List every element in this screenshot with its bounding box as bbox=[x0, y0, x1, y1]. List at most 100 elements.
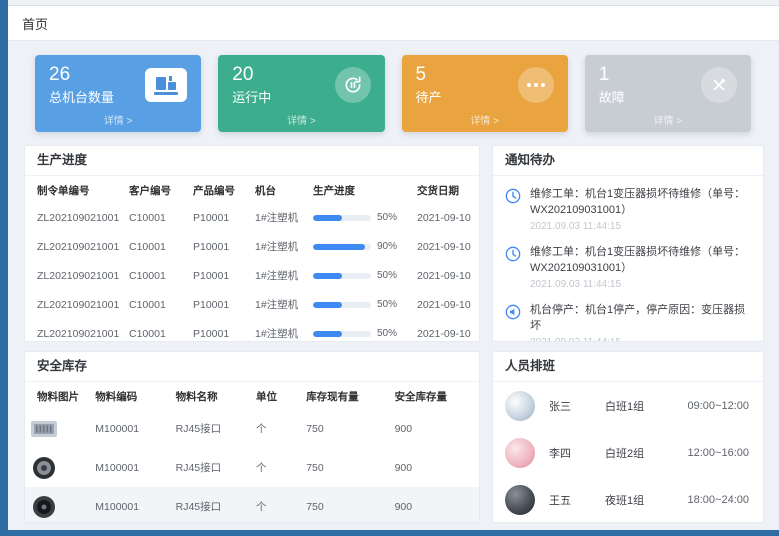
notices-panel: 通知待办 维修工单：机台1变压器损坏待维修（单号：WX202109031001）… bbox=[492, 145, 764, 342]
running-icon bbox=[335, 67, 371, 103]
stat-card-body: 26 总机台数量 bbox=[49, 64, 187, 106]
col-header: 制令单编号 bbox=[25, 176, 125, 203]
notice-text: 机台停产：机台1停产，停产原因：变压器损坏 bbox=[530, 303, 751, 335]
production-row: ZL202109021001 C10001 P10001 1#注塑机 50% 2… bbox=[25, 261, 479, 290]
dashboard-content: 26 总机台数量 详情 > bbox=[8, 42, 779, 530]
production-row: ZL202109021001 C10001 P10001 1#注塑机 50% 2… bbox=[25, 319, 479, 342]
panel-title: 生产进度 bbox=[25, 146, 479, 176]
announcement-icon bbox=[505, 303, 522, 342]
material-unit: 个 bbox=[252, 487, 302, 523]
production-progress-panel: 生产进度 制令单编号 客户编号 产品编号 机台 生产进度 交货日期 bbox=[24, 145, 480, 342]
notice-time: 2021.09.03 11:44:15 bbox=[530, 221, 751, 232]
staff-time: 18:00~24:00 bbox=[688, 494, 749, 506]
machine-icon bbox=[145, 68, 187, 102]
progress-cell: 50% bbox=[309, 261, 413, 290]
customer-no: C10001 bbox=[125, 203, 189, 232]
notice-text: 维修工单：机台1变压器损坏待维修（单号：WX202109031001） bbox=[530, 187, 751, 219]
delivery-date: 2021-09-10 bbox=[413, 232, 479, 261]
production-table: 制令单编号 客户编号 产品编号 机台 生产进度 交货日期 ZL202109021… bbox=[25, 176, 479, 342]
left-accent-bar bbox=[0, 0, 8, 536]
detail-link[interactable]: 详情 > bbox=[599, 112, 737, 129]
schedule-row: 张三 白班1组 09:00~12:00 bbox=[493, 382, 763, 429]
progress-cell: 50% bbox=[309, 290, 413, 319]
col-header: 客户编号 bbox=[125, 176, 189, 203]
customer-no: C10001 bbox=[125, 319, 189, 342]
clock-icon bbox=[505, 245, 522, 290]
order-no: ZL202109021001 bbox=[25, 319, 125, 342]
inventory-table-header: 物料图片 物料编码 物料名称 单位 库存现有量 安全库存量 bbox=[25, 382, 479, 409]
col-header: 生产进度 bbox=[309, 176, 413, 203]
customer-no: C10001 bbox=[125, 261, 189, 290]
stat-card-running[interactable]: 20 运行中 详情 > bbox=[218, 55, 384, 132]
machine-name: 1#注塑机 bbox=[251, 203, 309, 232]
progress-label: 50% bbox=[377, 212, 397, 223]
material-name: RJ45接口 bbox=[172, 409, 252, 448]
notice-item[interactable]: 维修工单：机台1变压器损坏待维修（单号：WX202109031001） 2021… bbox=[505, 180, 751, 238]
product-no: P10001 bbox=[189, 261, 251, 290]
stat-card-body: 20 运行中 bbox=[232, 64, 370, 106]
notice-item[interactable]: 维修工单：机台1变压器损坏待维修（单号：WX202109031001） 2021… bbox=[505, 238, 751, 296]
progress-cell: 50% bbox=[309, 319, 413, 342]
notice-item[interactable]: 机台停产：机台1停产，停产原因：变压器损坏 2021.09.03 11:44:1… bbox=[505, 296, 751, 342]
staff-shift: 夜班1组 bbox=[605, 492, 679, 508]
stock-qty: 750 bbox=[302, 487, 390, 523]
safety-qty: 900 bbox=[391, 487, 479, 523]
avatar bbox=[505, 438, 535, 468]
stat-card-body: 5 待产 bbox=[416, 64, 554, 106]
production-table-header: 制令单编号 客户编号 产品编号 机台 生产进度 交货日期 bbox=[25, 176, 479, 203]
stat-card-pending[interactable]: 5 待产 详情 > bbox=[402, 55, 568, 132]
machine-name: 1#注塑机 bbox=[251, 232, 309, 261]
breadcrumb-home[interactable]: 首页 bbox=[22, 14, 48, 33]
speaker-photo bbox=[29, 494, 59, 520]
inventory-row: M100001 RJ45接口 个 750 900 bbox=[25, 487, 479, 523]
col-header: 交货日期 bbox=[413, 176, 479, 203]
col-header: 物料编码 bbox=[91, 382, 171, 409]
order-no: ZL202109021001 bbox=[25, 290, 125, 319]
customer-no: C10001 bbox=[125, 232, 189, 261]
inventory-table: 物料图片 物料编码 物料名称 单位 库存现有量 安全库存量 bbox=[25, 382, 479, 523]
progress-label: 50% bbox=[377, 270, 397, 281]
safety-qty: 900 bbox=[391, 448, 479, 487]
stat-cards-row: 26 总机台数量 详情 > bbox=[24, 55, 764, 132]
staff-name: 李四 bbox=[549, 445, 605, 461]
delivery-date: 2021-09-10 bbox=[413, 261, 479, 290]
product-no: P10001 bbox=[189, 290, 251, 319]
col-header: 机台 bbox=[251, 176, 309, 203]
col-header: 单位 bbox=[252, 382, 302, 409]
progress-bar bbox=[313, 273, 371, 279]
progress-label: 90% bbox=[377, 241, 397, 252]
delivery-date: 2021-09-10 bbox=[413, 319, 479, 342]
inventory-row: M100001 RJ45接口 个 750 900 bbox=[25, 409, 479, 448]
avatar bbox=[505, 485, 535, 515]
stat-card-total-machines[interactable]: 26 总机台数量 详情 > bbox=[35, 55, 201, 132]
notice-text: 维修工单：机台1变压器损坏待维修（单号：WX202109031001） bbox=[530, 245, 751, 277]
detail-link[interactable]: 详情 > bbox=[49, 112, 187, 129]
product-no: P10001 bbox=[189, 232, 251, 261]
order-no: ZL202109021001 bbox=[25, 261, 125, 290]
progress-bar bbox=[313, 215, 371, 221]
avatar bbox=[505, 391, 535, 421]
order-no: ZL202109021001 bbox=[25, 232, 125, 261]
stat-label: 故障 bbox=[599, 87, 625, 106]
delivery-date: 2021-09-10 bbox=[413, 203, 479, 232]
panel-title: 通知待办 bbox=[493, 146, 763, 176]
detail-link[interactable]: 详情 > bbox=[232, 112, 370, 129]
detail-link[interactable]: 详情 > bbox=[416, 112, 554, 129]
round-connector-photo bbox=[29, 455, 59, 481]
notice-list: 维修工单：机台1变压器损坏待维修（单号：WX202109031001） 2021… bbox=[493, 176, 763, 342]
dashboard-screen: 首页 26 总机台数量 bbox=[0, 0, 779, 536]
stat-value: 5 bbox=[416, 64, 442, 85]
col-header: 安全库存量 bbox=[391, 382, 479, 409]
stat-card-body: 1 故障 bbox=[599, 64, 737, 106]
progress-cell: 50% bbox=[309, 203, 413, 232]
material-unit: 个 bbox=[252, 448, 302, 487]
stat-card-fault[interactable]: 1 故障 详情 > bbox=[585, 55, 751, 132]
material-name: RJ45接口 bbox=[172, 487, 252, 523]
progress-bar bbox=[313, 302, 371, 308]
production-row: ZL202109021001 C10001 P10001 1#注塑机 90% 2… bbox=[25, 232, 479, 261]
stock-qty: 750 bbox=[302, 409, 390, 448]
col-header: 物料名称 bbox=[172, 382, 252, 409]
notice-time: 2021.09.03 11:44:15 bbox=[530, 279, 751, 290]
material-unit: 个 bbox=[252, 409, 302, 448]
order-no: ZL202109021001 bbox=[25, 203, 125, 232]
